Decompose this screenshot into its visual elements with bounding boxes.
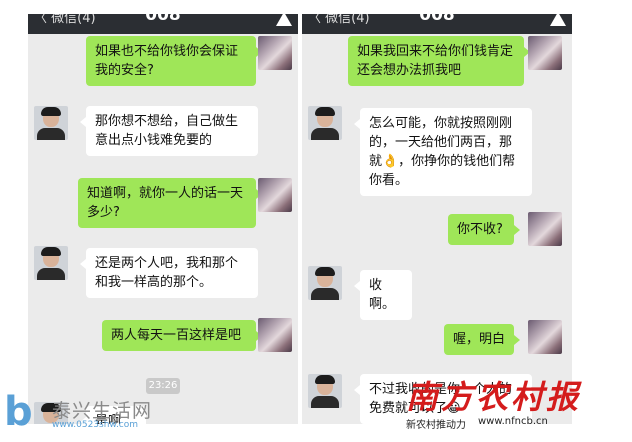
- chat-title: 008: [419, 14, 455, 25]
- message-bubble-received[interactable]: 还是两个人吧，我和那个和我一样高的那个。: [80, 248, 258, 298]
- self-avatar[interactable]: [258, 36, 292, 70]
- message-bubble-sent[interactable]: 两人每天一百这样是吧: [102, 320, 262, 351]
- self-avatar[interactable]: [528, 212, 562, 246]
- nanfang-url: www.nfncb.cn: [478, 416, 548, 427]
- nanfang-slogan: 新农村推动力: [406, 420, 466, 431]
- message-bubble-sent[interactable]: 知道啊，就你一人的话一天多少?: [78, 178, 262, 228]
- message-bubble-sent[interactable]: 你不收?: [448, 214, 520, 245]
- contact-avatar[interactable]: [34, 246, 68, 280]
- self-avatar[interactable]: [528, 320, 562, 354]
- taixing-site-name: 泰兴生活网: [52, 400, 153, 422]
- contact-avatar[interactable]: [34, 106, 68, 140]
- message-bubble-sent[interactable]: 喔，明白: [444, 324, 520, 355]
- contact-avatar[interactable]: [308, 106, 342, 140]
- contacts-icon[interactable]: [550, 14, 566, 26]
- message-bubble-sent[interactable]: 如果我回来不给你们钱肯定还会想办法抓我吧: [348, 36, 530, 86]
- chat-screen-right: 〈 微信(4) 008 如果我回来不给你们钱肯定还会想办法抓我吧 怎么可能，你就…: [302, 14, 572, 424]
- nanfang-watermark: 南方农村报 新农村推动力 www.nfncb.cn: [402, 372, 582, 438]
- self-avatar[interactable]: [258, 318, 292, 352]
- self-avatar[interactable]: [258, 178, 292, 212]
- nanfang-logo-text: 南方农村报: [406, 378, 582, 416]
- message-bubble-sent[interactable]: 如果也不给你钱你会保证我的安全?: [86, 36, 262, 86]
- contact-avatar[interactable]: [308, 266, 342, 300]
- chat-header: 〈 微信(4) 008: [28, 14, 298, 34]
- taixing-site-url: www.0523shw.com: [52, 420, 139, 430]
- message-bubble-received[interactable]: 收啊。: [354, 270, 412, 320]
- self-avatar[interactable]: [528, 36, 562, 70]
- taixing-logo-icon: b: [4, 389, 33, 435]
- taixing-watermark: b 泰兴生活网 www.0523shw.com: [0, 390, 200, 442]
- message-bubble-received[interactable]: 那你想不想给，自己做生意出点小钱难免要的: [80, 106, 258, 156]
- contacts-icon[interactable]: [276, 14, 292, 26]
- message-bubble-received[interactable]: 怎么可能，你就按照刚刚的，一天给他们两百，那就👌，你挣你的钱他们帮你看。: [354, 108, 532, 196]
- chat-title: 008: [145, 14, 181, 25]
- chat-header: 〈 微信(4) 008: [302, 14, 572, 34]
- chat-screen-left: 〈 微信(4) 008 如果也不给你钱你会保证我的安全? 那你想不想给，自己做生…: [28, 14, 298, 424]
- contact-avatar[interactable]: [308, 374, 342, 408]
